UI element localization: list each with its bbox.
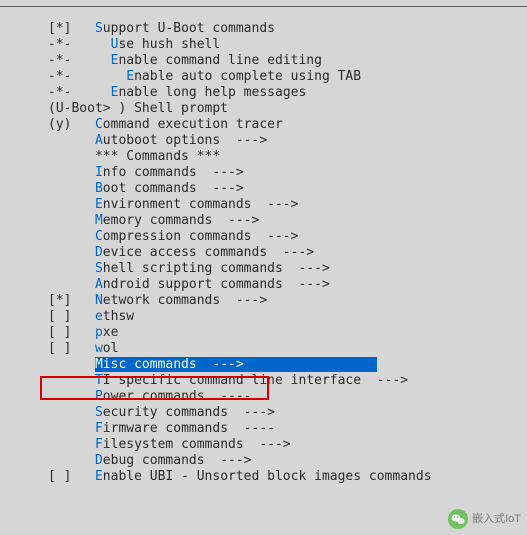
hotkey-letter: E: [95, 197, 103, 212]
menu-item[interactable]: Memory commands --->: [48, 213, 527, 229]
hotkey-letter: A: [95, 277, 103, 292]
wechat-icon: [448, 509, 468, 529]
menu-item[interactable]: Compression commands --->: [48, 229, 527, 245]
menu-item[interactable]: Shell scripting commands --->: [48, 261, 527, 277]
menu-item[interactable]: Firmware commands ----: [48, 421, 527, 437]
menu-item[interactable]: [ ] ethsw: [48, 309, 527, 325]
menu-item[interactable]: Autoboot options --->: [48, 133, 527, 149]
hotkey-letter: B: [95, 181, 103, 196]
watermark-text: 嵌入式IoT: [472, 511, 521, 527]
hotkey-letter: E: [111, 53, 119, 68]
menu-item[interactable]: [ ] Enable UBI - Unsorted block images c…: [48, 469, 527, 485]
menu-item[interactable]: Debug commands --->: [48, 453, 527, 469]
selected-menu-item[interactable]: Misc commands --->: [95, 357, 377, 372]
menu-item[interactable]: Info commands --->: [48, 165, 527, 181]
menu-item[interactable]: -*- Use hush shell: [48, 37, 527, 53]
hotkey-letter: E: [126, 69, 134, 84]
top-rule: [0, 6, 527, 7]
menu-item[interactable]: -*- Enable command line editing: [48, 53, 527, 69]
hotkey-letter: N: [95, 293, 103, 308]
menu-item[interactable]: TI specific command line interface --->: [48, 373, 527, 389]
hotkey-letter: F: [95, 437, 103, 452]
hotkey-letter: S: [95, 405, 103, 420]
menu-item[interactable]: Device access commands --->: [48, 245, 527, 261]
hotkey-letter: T: [95, 373, 103, 388]
menu-item[interactable]: -*- Enable auto complete using TAB: [48, 69, 527, 85]
menuconfig-list[interactable]: [*] Support U-Boot commands-*- Use hush …: [0, 11, 527, 485]
hotkey-letter: S: [95, 261, 103, 276]
menu-item[interactable]: Security commands --->: [48, 405, 527, 421]
menu-item[interactable]: Environment commands --->: [48, 197, 527, 213]
hotkey-letter: C: [95, 117, 103, 132]
hotkey-letter: D: [95, 245, 103, 260]
hotkey-letter: A: [95, 133, 103, 148]
hotkey-letter: E: [111, 85, 119, 100]
menu-item[interactable]: [ ] wol: [48, 341, 527, 357]
hotkey-letter: U: [111, 37, 119, 52]
hotkey-letter: e: [95, 309, 103, 324]
menu-item[interactable]: [ ] pxe: [48, 325, 527, 341]
hotkey-letter: C: [95, 229, 103, 244]
menu-item[interactable]: Android support commands --->: [48, 277, 527, 293]
menu-item[interactable]: *** Commands ***: [48, 149, 527, 165]
menu-item[interactable]: Filesystem commands --->: [48, 437, 527, 453]
hotkey-letter: w: [95, 341, 103, 356]
menu-item[interactable]: Misc commands --->: [48, 357, 527, 373]
watermark: 嵌入式IoT: [448, 509, 521, 529]
hotkey-letter: D: [95, 453, 103, 468]
hotkey-letter: F: [95, 421, 103, 436]
menu-item[interactable]: [*] Network commands --->: [48, 293, 527, 309]
hotkey-letter: I: [95, 165, 103, 180]
hotkey-letter: P: [95, 389, 103, 404]
hotkey-letter: M: [95, 213, 103, 228]
hotkey-letter: S: [95, 21, 103, 36]
menu-item[interactable]: [*] Support U-Boot commands: [48, 21, 527, 37]
menu-item[interactable]: (y) Command execution tracer: [48, 117, 527, 133]
hotkey-letter: p: [95, 325, 103, 340]
menu-item[interactable]: Power commands ----: [48, 389, 527, 405]
hotkey-letter: E: [95, 469, 103, 484]
menu-item[interactable]: Boot commands --->: [48, 181, 527, 197]
menu-item[interactable]: (U-Boot> ) Shell prompt: [48, 101, 527, 117]
menu-item[interactable]: -*- Enable long help messages: [48, 85, 527, 101]
